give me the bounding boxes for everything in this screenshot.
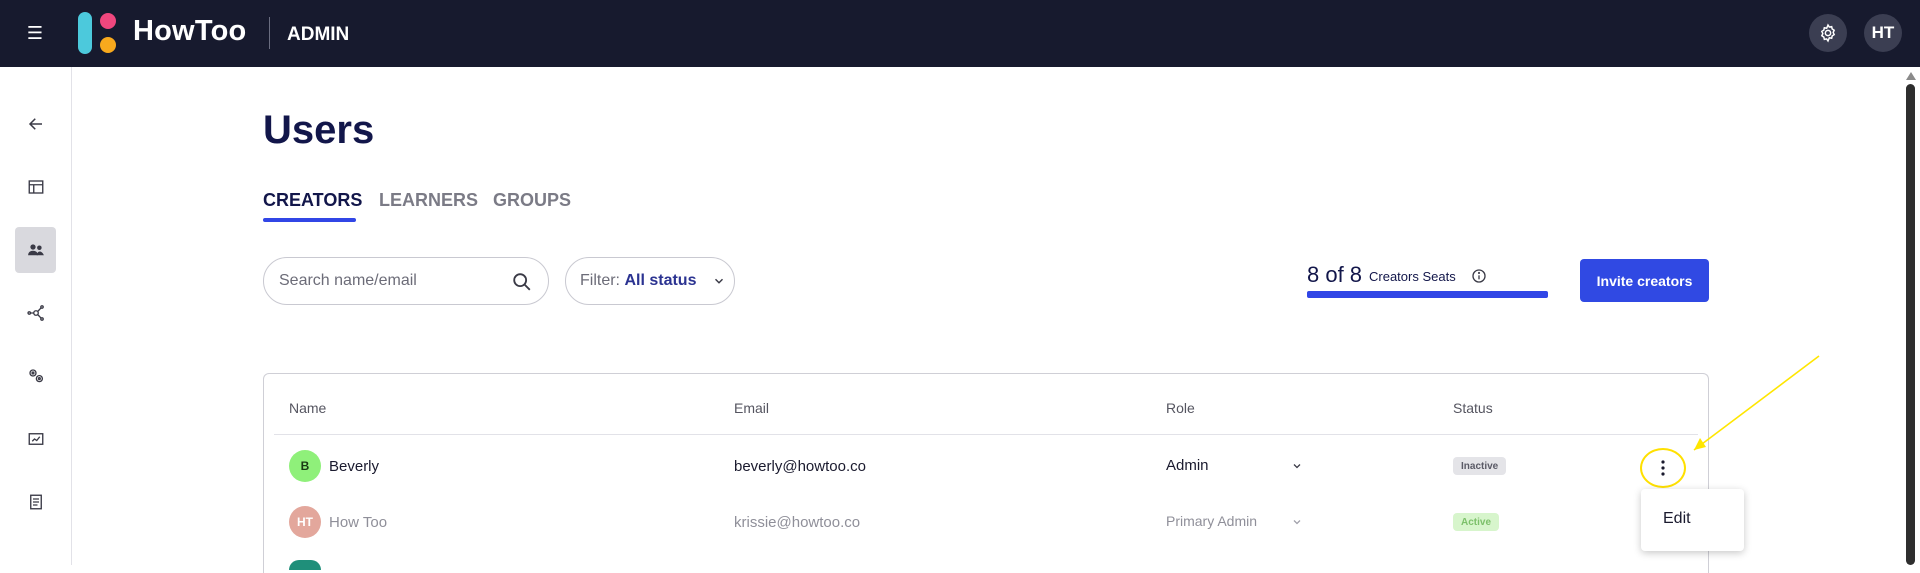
layout-icon: [28, 180, 43, 194]
filter-label: Filter: All status: [580, 272, 697, 289]
seats-progress-bar: [1307, 291, 1548, 298]
settings-button[interactable]: [1809, 14, 1847, 52]
analytics-icon: [28, 433, 43, 445]
page-title: Users: [263, 108, 375, 152]
invite-creators-button[interactable]: Invite creators: [1580, 259, 1709, 302]
row-name: Beverly: [329, 458, 380, 475]
network-icon: [26, 305, 44, 321]
section-label: ADMIN: [287, 24, 350, 45]
active-tab-indicator: [263, 218, 356, 222]
sidebar: [0, 67, 72, 565]
menu-item-edit[interactable]: Edit: [1663, 510, 1691, 528]
row-email: krissie@howtoo.co: [734, 514, 861, 531]
sidebar-item-network[interactable]: [15, 290, 56, 336]
status-badge: Inactive: [1453, 457, 1507, 475]
chevron-down-icon: [714, 278, 724, 284]
column-header-name[interactable]: Name: [289, 400, 326, 416]
info-icon[interactable]: [1471, 268, 1487, 284]
user-avatar[interactable]: HT: [1864, 14, 1902, 52]
search-input[interactable]: Search name/email: [263, 257, 549, 305]
howtoo-logo: [78, 12, 116, 54]
annotation-arrow: [1693, 355, 1820, 451]
sidebar-item-analytics[interactable]: [15, 416, 56, 462]
sidebar-item-documents[interactable]: [15, 479, 56, 525]
document-icon: [29, 494, 42, 510]
column-header-status[interactable]: Status: [1453, 400, 1493, 416]
row-avatar: B: [289, 450, 321, 482]
users-icon: [27, 244, 44, 256]
sidebar-item-users[interactable]: [15, 227, 56, 273]
sidebar-item-dashboard[interactable]: [15, 164, 56, 210]
status-badge: Active: [1453, 513, 1500, 531]
search-placeholder: Search name/email: [279, 272, 417, 289]
seats-count: 8 of 8: [1307, 262, 1363, 287]
sidebar-item-back[interactable]: [15, 101, 56, 147]
brand-divider: [269, 17, 270, 49]
chevron-down-icon: [1293, 520, 1301, 525]
row-avatar: [289, 560, 321, 570]
column-header-email[interactable]: Email: [734, 400, 769, 416]
brand-name: HowToo: [133, 15, 247, 47]
row-name: How Too: [329, 514, 388, 531]
back-arrow-icon: [28, 118, 42, 130]
seats-progress-fill: [1307, 291, 1548, 298]
top-bar: ☰ HowToo ADMIN HT: [0, 0, 1920, 67]
gear-icon: [1820, 23, 1836, 43]
chevron-down-icon[interactable]: [1291, 460, 1303, 472]
tab-learners[interactable]: LEARNERS: [379, 190, 478, 211]
table-header-divider: [274, 434, 1698, 435]
row-avatar: HT: [289, 506, 321, 538]
filter-value: All status: [624, 272, 697, 289]
status-filter-dropdown[interactable]: Filter: All status: [565, 257, 735, 305]
more-vertical-icon: [1661, 460, 1665, 476]
tab-groups[interactable]: GROUPS: [493, 190, 571, 211]
scroll-up-arrow-icon[interactable]: [1906, 72, 1916, 80]
sidebar-item-settings[interactable]: [15, 353, 56, 399]
search-icon[interactable]: [511, 271, 533, 293]
scrollbar-thumb[interactable]: [1906, 84, 1915, 565]
row-role-select: Primary Admin: [1166, 513, 1258, 529]
row-role-select[interactable]: Admin: [1166, 457, 1209, 474]
tab-creators[interactable]: CREATORS: [263, 190, 362, 211]
row-email: beverly@howtoo.co: [734, 458, 866, 475]
settings-icon: [28, 369, 43, 383]
row-actions-button[interactable]: [1640, 448, 1686, 488]
row-actions-menu: Edit: [1641, 489, 1744, 551]
menu-icon[interactable]: ☰: [25, 22, 45, 44]
column-header-role[interactable]: Role: [1166, 400, 1195, 416]
seats-label: Creators Seats: [1369, 269, 1456, 284]
